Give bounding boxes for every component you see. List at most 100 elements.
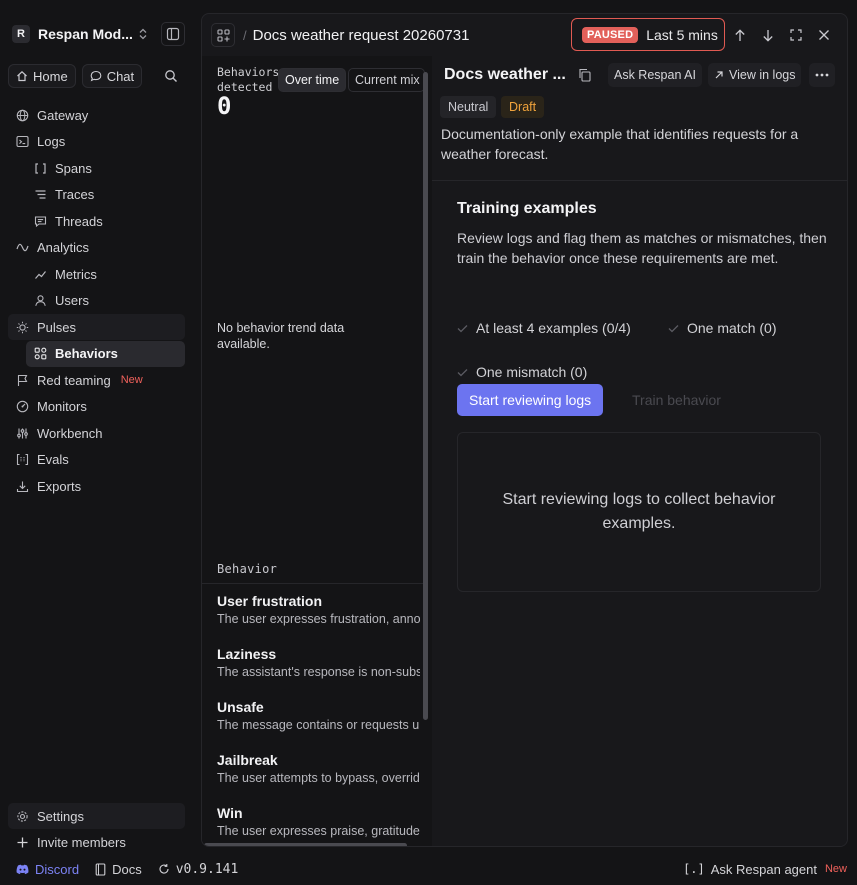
discord-label: Discord [35,861,80,877]
chat-label: Chat [106,68,135,84]
detail-description: Documentation-only example that identifi… [441,126,799,162]
list-item[interactable]: Unsafe The message contains or requests … [217,699,420,752]
sidebar-item-logs[interactable]: Logs [8,129,185,155]
discord-link[interactable]: Discord [16,862,79,877]
train-behavior-button[interactable]: Train behavior [632,392,721,408]
copy-icon[interactable] [578,68,594,84]
sidebar-item-monitors[interactable]: Monitors [8,394,185,420]
stat-value: 0 [217,92,232,120]
vertical-scrollbar[interactable] [423,72,428,720]
behavior-name: Jailbreak [217,752,278,768]
sidebar-item-label: Gateway [37,107,89,123]
close-icon[interactable] [812,23,836,47]
behavior-analytics: Behaviors detected 0 Over time Current m… [202,56,432,846]
sidebar-toggle-icon[interactable] [161,22,185,46]
docs-link[interactable]: Docs [95,862,142,877]
sidebar-item-invite[interactable]: Invite members [8,830,185,856]
list-item[interactable]: Laziness The assistant's response is non… [217,646,420,699]
time-range-label: Last 5 mins [646,26,718,43]
discord-icon [16,864,29,875]
sidebar-item-evals[interactable]: Evals [8,447,185,473]
sidebar-item-analytics[interactable]: Analytics [8,235,185,261]
sidebar-item-label: Red teaming [37,372,111,388]
behavior-name: Laziness [217,646,277,662]
sidebar-item-label: Spans [55,160,92,176]
sidebar-item-users[interactable]: Users [8,288,185,314]
sidebar-item-label: Analytics [37,240,90,255]
view-in-logs-label: View in logs [729,68,796,82]
add-widget-icon[interactable] [211,23,235,47]
sidebar-nav: Gateway Logs Spans Traces Threads Analyt… [8,102,185,500]
page-title: Docs weather request 20260731 [252,26,470,44]
refresh-icon [158,863,170,875]
divider [202,583,424,584]
terminal-icon [15,135,29,149]
sidebar-item-workbench[interactable]: Workbench [8,420,185,446]
requirement-label: One mismatch (0) [476,364,588,380]
nodes-icon [33,347,47,361]
download-icon [15,479,29,493]
sidebar-item-threads[interactable]: Threads [8,208,185,234]
expand-icon[interactable] [784,23,808,47]
workspace-badge: R [12,25,30,43]
ask-ai-button[interactable]: Ask Respan AI [608,63,702,87]
workspace-switcher[interactable]: R Respan Mod... [8,20,185,48]
user-icon [33,294,47,308]
sidebar-item-behaviors[interactable]: Behaviors [26,340,185,367]
ask-agent-button[interactable]: [.] Ask Respan agent New [683,853,847,885]
search-icon[interactable] [157,64,185,88]
list-item[interactable]: Jailbreak The user attempts to bypass, o… [217,752,420,805]
flag-icon [15,373,29,387]
status-footer: Discord Docs v0.9.141 [.] Ask Respan age… [0,853,857,885]
version-label: v0.9.141 [175,861,239,877]
detail-title: Docs weather ... [444,66,566,83]
new-badge: New [824,863,847,875]
sentiment-tag: Neutral [440,96,497,118]
behavior-description: The user attempts to bypass, override [217,771,420,785]
more-icon[interactable] [809,63,835,87]
plus-icon [15,836,29,850]
sidebar-item-settings[interactable]: Settings [8,803,185,829]
version-info[interactable]: v0.9.141 [158,861,239,877]
sidebar-item-red-teaming[interactable]: Red teaming New [8,367,185,393]
sidebar-item-label: Workbench [37,425,103,441]
examples-empty-message: Start reviewing logs to collect behavior… [502,491,776,532]
sidebar-item-label: Invite members [37,835,126,850]
chat-icon [90,70,102,82]
time-range-picker[interactable]: PAUSED Last 5 mins [571,18,725,51]
sidebar-item-spans[interactable]: Spans [8,155,185,181]
home-button[interactable]: Home [8,64,76,88]
list-item[interactable]: User frustration The user expresses frus… [217,593,420,646]
sidebar-item-exports[interactable]: Exports [8,473,185,499]
list-item[interactable]: Win The user expresses praise, gratitude [217,805,420,846]
check-icon [668,324,679,333]
arrow-up-icon[interactable] [728,23,752,47]
sidebar-item-metrics[interactable]: Metrics [8,261,185,287]
tab-over-time[interactable]: Over time [278,68,347,92]
sidebar-item-label: Settings [37,808,84,824]
main-panel: / Docs weather request 20260731 PAUSED L… [201,13,848,847]
globe-icon [15,108,29,122]
training-title: Training examples [457,200,597,217]
trend-icon [33,267,47,281]
topbar: / Docs weather request 20260731 PAUSED L… [202,14,847,56]
start-reviewing-button[interactable]: Start reviewing logs [457,384,604,416]
quick-actions: Home Chat [8,64,185,90]
check-icon [457,368,468,377]
view-in-logs-button[interactable]: View in logs [708,63,802,87]
sidebar-item-pulses[interactable]: Pulses [8,314,185,340]
sidebar-item-traces[interactable]: Traces [8,182,185,208]
sidebar-item-gateway[interactable]: Gateway [8,102,185,128]
sidebar-bottom: Settings Invite members [8,803,185,856]
requirement-label: At least 4 examples (0/4) [476,320,631,336]
tab-current-mix[interactable]: Current mix [348,68,425,92]
sidebar-item-label: Monitors [37,399,87,414]
horizontal-scrollbar[interactable] [204,843,407,846]
gauge-icon [15,400,29,414]
chat-button[interactable]: Chat [81,64,143,88]
sidebar: R Respan Mod... Home Chat Gateway Logs S… [0,0,193,853]
docs-label: Docs [112,861,142,877]
arrow-down-icon[interactable] [756,23,780,47]
brackets-icon [33,161,47,175]
external-arrow-icon [714,70,724,80]
